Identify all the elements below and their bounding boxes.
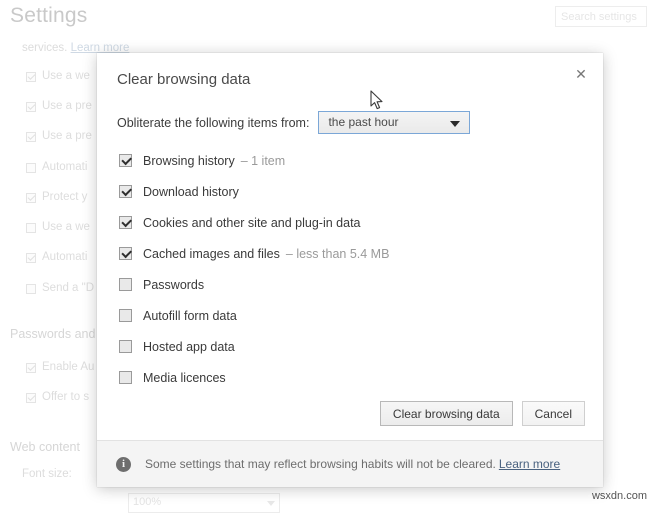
dialog-title: Clear browsing data — [117, 71, 251, 88]
background-checkbox-label: Use a we — [42, 70, 90, 82]
checkbox[interactable] — [119, 309, 132, 322]
option-label: Cookies and other site and plug-in data — [143, 215, 361, 230]
background-checkbox[interactable] — [26, 102, 36, 112]
data-type-option-row[interactable]: Autofill form data — [119, 300, 389, 331]
dialog-body: Clear browsing data ✕ Obliterate the fol… — [97, 53, 603, 440]
checkbox[interactable] — [119, 340, 132, 353]
background-checkbox-label: Enable Au — [42, 361, 95, 373]
option-label: Download history — [143, 184, 239, 199]
background-checkbox-label: Use a pre — [42, 100, 92, 112]
font-size-select[interactable]: 100% — [128, 493, 280, 513]
background-checkbox[interactable] — [26, 393, 36, 403]
background-checkbox-label: Use a pre — [42, 130, 92, 142]
checkbox[interactable] — [119, 278, 132, 291]
background-checkbox[interactable] — [26, 223, 36, 233]
time-range-selected-value: the past hour — [328, 115, 399, 129]
data-type-option-row[interactable]: Download history — [119, 176, 389, 207]
cancel-button[interactable]: Cancel — [521, 401, 585, 426]
option-label: Hosted app data — [143, 339, 235, 354]
clear-browsing-data-dialog: Clear browsing data ✕ Obliterate the fol… — [97, 53, 603, 487]
time-range-label: Obliterate the following items from: — [117, 115, 310, 130]
clear-browsing-data-button[interactable]: Clear browsing data — [379, 401, 513, 426]
search-input[interactable] — [555, 6, 647, 27]
checkbox[interactable] — [119, 154, 132, 167]
font-size-label: Font size: — [22, 468, 72, 480]
option-label: Autofill form data — [143, 308, 237, 323]
option-label: Passwords — [143, 277, 205, 292]
time-range-row: Obliterate the following items from: the… — [117, 111, 471, 134]
chevron-down-icon — [450, 121, 461, 127]
data-type-option-row[interactable]: Media licences — [119, 362, 389, 393]
background-checkbox[interactable] — [26, 253, 36, 263]
background-section-heading: Web content — [10, 440, 80, 454]
background-checkbox-label: Protect y — [42, 191, 88, 203]
option-detail: – 1 item — [240, 153, 286, 168]
background-checkbox[interactable] — [26, 132, 36, 142]
site-credit: wsxdn.com — [591, 490, 647, 502]
data-type-option-row[interactable]: Hosted app data — [119, 331, 389, 362]
data-type-options-list: Browsing history – 1 item Download history… — [119, 145, 389, 393]
checkbox[interactable] — [119, 185, 132, 198]
option-label: Media licences — [143, 370, 226, 385]
page-title: Settings — [10, 4, 88, 27]
background-checkbox-label: Offer to s — [42, 391, 90, 403]
background-checkbox-label: Send a "D — [42, 282, 95, 294]
background-checkbox[interactable] — [26, 284, 36, 294]
footer-notice-text: Some settings that may reflect browsing … — [145, 457, 496, 471]
info-icon: i — [116, 456, 131, 472]
time-range-select[interactable]: the past hour — [318, 111, 471, 134]
background-checkbox[interactable] — [26, 363, 36, 373]
data-type-option-row[interactable]: Browsing history – 1 item — [119, 145, 389, 176]
background-checkbox-label: Automati — [42, 161, 88, 173]
dialog-footer-notice: i Some settings that may reflect browsin… — [97, 440, 603, 487]
background-checkbox-label: Automati — [42, 251, 88, 263]
checkbox[interactable] — [119, 247, 132, 260]
background-checkbox[interactable] — [26, 72, 36, 82]
background-checkbox[interactable] — [26, 163, 36, 173]
checkbox[interactable] — [119, 216, 132, 229]
option-label: Cached images and files — [143, 246, 280, 261]
background-section-heading: Passwords and — [10, 327, 96, 341]
footer-learn-more-link[interactable]: Learn more — [499, 457, 560, 471]
background-checkbox-label: Use a we — [42, 221, 90, 233]
data-type-option-row[interactable]: Passwords — [119, 269, 389, 300]
background-checkbox[interactable] — [26, 193, 36, 203]
data-type-option-row[interactable]: Cookies and other site and plug-in data — [119, 207, 389, 238]
close-icon[interactable]: ✕ — [570, 63, 592, 85]
data-type-option-row[interactable]: Cached images and files – less than 5.4 M… — [119, 238, 389, 269]
checkbox[interactable] — [119, 371, 132, 384]
font-size-value: 100% — [133, 496, 162, 508]
option-label: Browsing history — [143, 153, 235, 168]
chevron-down-icon — [267, 501, 275, 506]
option-detail: – less than 5.4 MB — [285, 246, 390, 261]
dialog-actions: Clear browsing data Cancel — [379, 401, 585, 426]
